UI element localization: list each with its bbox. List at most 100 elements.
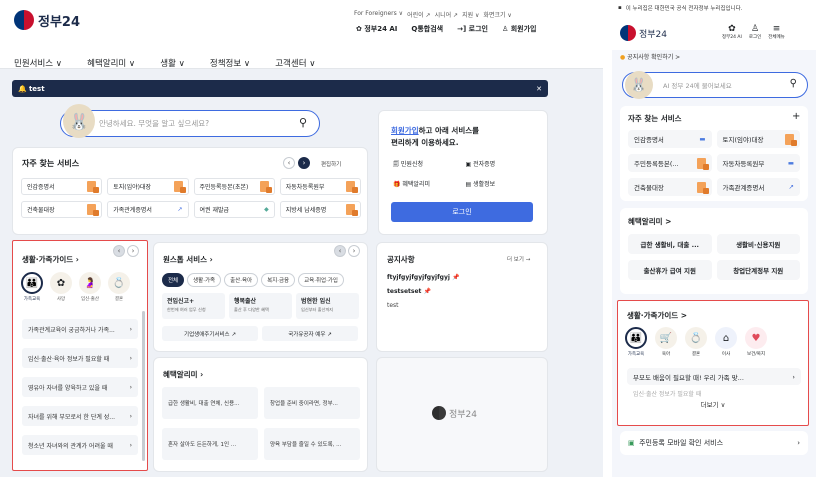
banner-card[interactable]: 정부24 [376,357,548,472]
list-item[interactable]: 영유아 자녀를 양육하고 있을 때 › [22,377,138,397]
notice-list: ftyjfgyjfgyjfgyjfgyj 📌 testsetset 📌 test [387,271,460,313]
life-title[interactable]: 생활·가족가이드 › [22,254,79,265]
benefit-item[interactable]: 창업을 준비 중이라면, 정부... [264,387,360,419]
login-button[interactable]: ♙ 로그인 [749,24,761,40]
cat-childcare[interactable]: 🛒 육아 [655,327,677,357]
cat-moving[interactable]: ⌂ 이사 [715,327,737,357]
announce-link[interactable]: ● 공지사항 확인하기 > [620,52,680,61]
benefit-item[interactable]: 급한 생활비, 대출 ... [628,234,712,254]
e-cert-link[interactable]: ▣ 전자증명 [466,159,539,170]
more-button[interactable]: 더보기 ∨ [618,399,808,409]
freq-item[interactable]: 여권 재발급 ◆ [193,201,275,218]
freq-item[interactable]: 인감증명서 ▬ [628,130,712,148]
life-info-link[interactable]: ▤ 생활정보 [466,179,539,188]
search-icon[interactable]: ⚲ [299,116,307,129]
kids-link[interactable]: 어린이 ↗ [407,10,431,19]
list-item[interactable]: 임신·출산·육아 정보가 필요할 때 › [22,348,138,368]
benefit-title[interactable]: 혜택알리미 › [163,369,203,380]
banner-logo: 정부24 [432,406,477,420]
list-item[interactable]: 자녀를 위해 부모로서 한 단계 성... › [22,406,138,426]
search-icon: ⚲ [789,78,797,89]
cat-death[interactable]: ✿ 사망 [50,272,72,302]
cat-family-edu[interactable]: 👪 가족교육 [21,272,43,302]
benefit-item[interactable]: 창업단계정부 지원 [716,260,800,280]
freq-item[interactable]: 토지(임야)대장 [107,178,189,195]
screen-size-link[interactable]: 화면크기 ∨ [483,10,511,19]
benefit-title[interactable]: 혜택알리미 > [628,216,671,227]
tab-welfare[interactable]: 복지·금융 [261,273,296,287]
login-button[interactable]: →] 로그인 [457,24,488,34]
mascot-icon: 🐰 [63,104,95,138]
life-categories: 👪 가족교육 🛒 육아 💍 결혼 ⌂ 이사 ♥ 보건/복지 [625,327,767,357]
benefit-item[interactable]: 혼자 살아도 든든하게, 1인 ... [162,428,258,460]
tab-all[interactable]: 전체 [162,273,185,287]
freq-item[interactable]: 지방세 납세증명 [279,201,361,218]
enterprise-link[interactable]: 기업생애주기서비스 ↗ [162,326,258,341]
next-icon[interactable]: › [348,245,360,257]
add-icon[interactable]: + [792,111,800,122]
list-item[interactable]: 부모도 배움이 필요할 때! 우리 가족 맞... › [627,368,801,385]
notice-item[interactable]: test [387,299,460,313]
search-button[interactable]: Q통합검색 [411,24,443,34]
tab-edu[interactable]: 교육·취업·가입 [298,273,344,287]
foreigners-link[interactable]: For Foreigners ∨ [354,10,403,19]
onestop-item[interactable]: 범현한 임신 임신부터 출산까지 [296,293,359,319]
cat-pregnancy[interactable]: 🤰 임신·출산 [79,272,101,302]
cat-family-edu[interactable]: 👪 가족교육 [625,327,647,357]
official-notice-bar[interactable]: ▪ 이 누리집은 대한민국 공식 전자정부 누리집입니다. [612,0,816,16]
cat-welfare[interactable]: ♥ 보건/복지 [745,327,767,357]
freq-item[interactable]: 가족관계증명서 ↗ [716,178,800,196]
benefit-item[interactable]: 양육 부담을 줄일 수 있도록, ... [264,428,360,460]
onestop-item[interactable]: 행복출산 출산 후 다양한 혜택 [229,293,292,319]
prev-icon[interactable]: ‹ [283,157,295,169]
site-logo[interactable]: 정부24 [620,25,667,41]
senior-link[interactable]: 시니어 ↗ [435,10,459,19]
cat-marriage[interactable]: 💍 결혼 [108,272,130,302]
prev-icon[interactable]: ‹ [113,245,125,257]
utility-links: For Foreigners ∨ 어린이 ↗ 시니어 ↗ 지원 ∨ 화면크기 ∨ [354,10,512,19]
list-item-faded[interactable]: 임신·출산 정보가 필요할 때 [627,389,801,399]
signup-button[interactable]: ♙ 회원가입 [502,24,536,34]
scrollbar[interactable] [142,311,145,461]
notice-item[interactable]: ftyjfgyjfgyjfgyjfgyj 📌 [387,271,460,285]
ai-button[interactable]: ✿ 정부24 AI [356,24,397,34]
notice-more-link[interactable]: 더 보기 → [507,255,530,263]
close-icon[interactable]: ✕ [536,85,542,93]
freq-item[interactable]: 자동차등록원부 [279,178,361,195]
benefit-item[interactable]: 생활비·신용지원 [716,234,800,254]
freq-item[interactable]: 건축물대장 [628,178,712,196]
edit-link[interactable]: 편집하기 [321,160,341,168]
freq-item[interactable]: 인감증명서 [21,178,103,195]
freq-item[interactable]: 토지(임야)대장 [716,130,800,148]
menu-button[interactable]: ≡ 전체메뉴 [768,24,785,40]
support-link[interactable]: 지원 ∨ [462,10,479,19]
cat-marriage[interactable]: 💍 결혼 [685,327,707,357]
next-icon[interactable]: › [298,157,310,169]
life-title[interactable]: 생활·가족가이드 > [627,310,687,321]
freq-item[interactable]: 가족관계증명서 ↗ [107,201,189,218]
tab-life[interactable]: 생활·가족 [187,273,222,287]
benefit-item[interactable]: 급한 생활비, 대출 연체, 신용... [162,387,258,419]
freq-item[interactable]: 자동차등록원부 ▬ [716,154,800,172]
civil-apply-link[interactable]: 🗐 민원신청 [393,159,466,170]
veterans-link[interactable]: 국가유공자 예우 ↗ [262,326,358,341]
prev-icon[interactable]: ‹ [334,245,346,257]
list-item[interactable]: 청소년 자녀와의 관계가 어려울 때 › [22,435,138,455]
next-icon[interactable]: › [127,245,139,257]
freq-item[interactable]: 주민등록등본(초본) [193,178,275,195]
onestop-item[interactable]: 전입신고+ 한번에 여러 업무 신청 [162,293,225,319]
site-logo[interactable]: 정부24 [14,10,80,30]
tab-birth[interactable]: 출산·육아 [224,273,259,287]
search-input[interactable]: 안녕하세요. 무엇을 알고 싶으세요? ⚲ [60,110,320,137]
benefit-item[interactable]: 출산휴가 급여 지원 [628,260,712,280]
notice-item[interactable]: testsetset 📌 [387,285,460,299]
freq-item[interactable]: 주민등록등본(... [628,154,712,172]
signup-link[interactable]: 회원가입 [391,126,419,135]
login-submit-button[interactable]: 로그인 [391,202,533,222]
onestop-title[interactable]: 원스톱 서비스 › [163,254,213,265]
freq-item[interactable]: 건축물대장 [21,201,103,218]
benefit-alert-link[interactable]: 🎁 혜택알리미 [393,179,466,188]
ai-button[interactable]: ✿ 정부24 AI [722,24,742,40]
list-item[interactable]: 가족관계교육이 궁금하거나 가족... › [22,319,138,339]
resident-mobile-service-link[interactable]: ▣ 주민등록 모바일 확인 서비스 › [620,431,808,455]
